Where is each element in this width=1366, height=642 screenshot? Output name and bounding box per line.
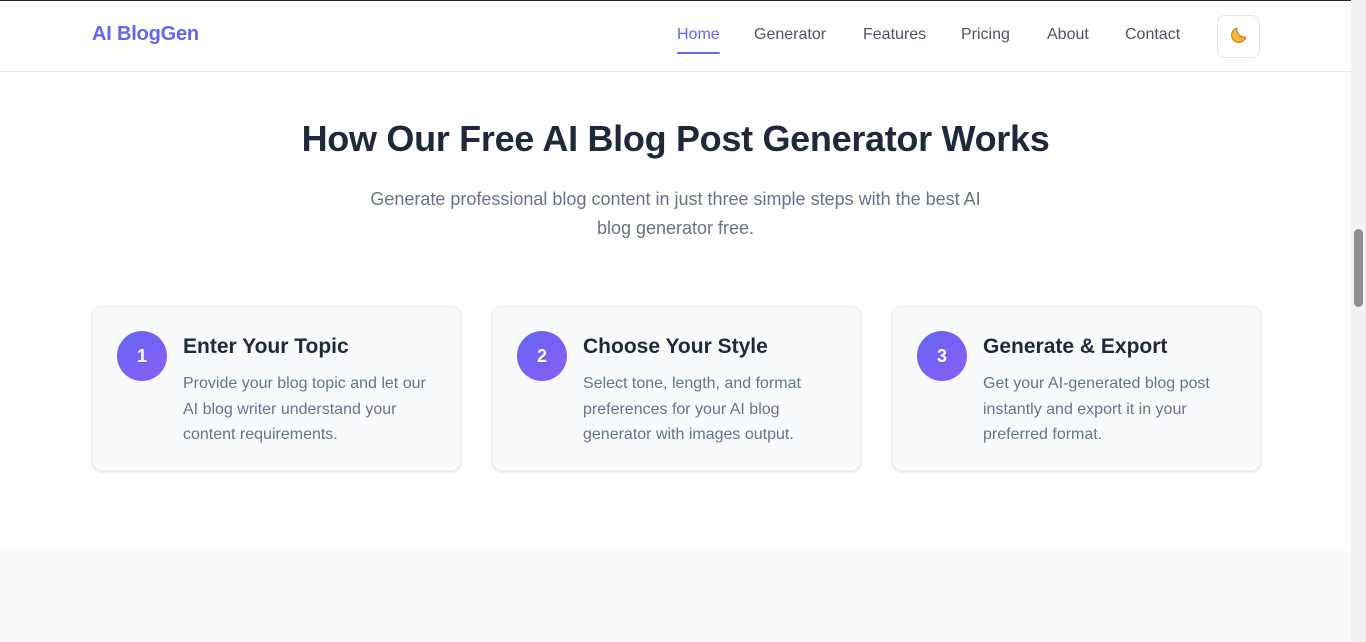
nav-contact[interactable]: Contact	[1125, 25, 1180, 45]
step-description: Get your AI-generated blog post instantl…	[983, 375, 1210, 443]
step-number-badge: 1	[117, 331, 167, 381]
step-card-2: 2 Choose Your Style Select tone, length,…	[492, 306, 861, 471]
step-description: Select tone, length, and format preferen…	[583, 375, 801, 443]
step-card-3: 3 Generate & Export Get your AI-generate…	[892, 306, 1261, 471]
step-number-badge: 3	[917, 331, 967, 381]
moon-icon	[1228, 24, 1250, 49]
step-title: Enter Your Topic	[183, 335, 349, 358]
nav-pricing[interactable]: Pricing	[961, 25, 1010, 45]
step-title: Generate & Export	[983, 335, 1168, 358]
section-subtitle: Generate professional blog content in ju…	[370, 189, 981, 238]
scrollbar-thumb[interactable]	[1354, 229, 1363, 307]
nav-features[interactable]: Features	[863, 25, 926, 45]
step-number-badge: 2	[517, 331, 567, 381]
step-card-1: 1 Enter Your Topic Provide your blog top…	[92, 306, 461, 471]
next-section-background	[0, 551, 1351, 642]
page-scrollbar[interactable]	[1351, 0, 1366, 642]
step-description: Provide your blog topic and let our AI b…	[183, 375, 426, 443]
step-title: Choose Your Style	[583, 335, 768, 358]
section-title: How Our Free AI Blog Post Generator Work…	[301, 118, 1050, 159]
nav-generator[interactable]: Generator	[754, 25, 826, 45]
nav-about[interactable]: About	[1047, 25, 1089, 45]
logo[interactable]: AI BlogGen	[92, 23, 199, 46]
site-header: AI BlogGen Home Generator Features Prici…	[0, 1, 1351, 72]
nav-home[interactable]: Home	[677, 25, 720, 54]
theme-toggle-button[interactable]	[1217, 15, 1260, 58]
